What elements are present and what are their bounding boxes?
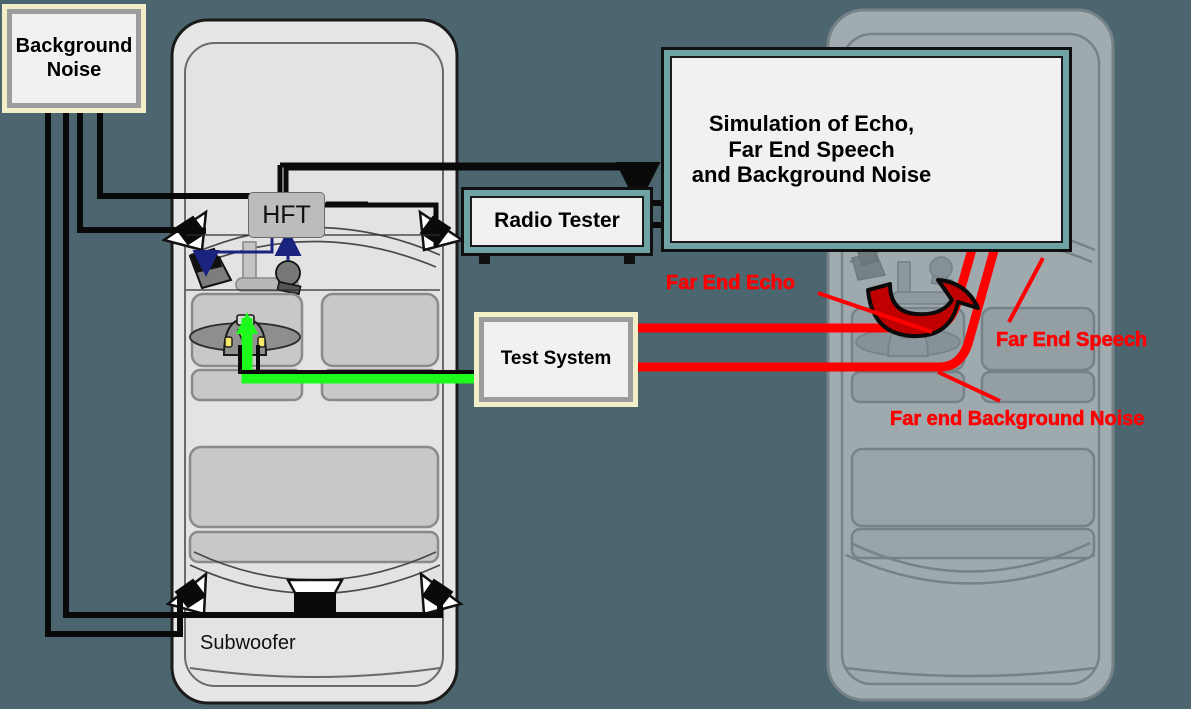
- background-noise-box[interactable]: Background Noise: [2, 4, 146, 113]
- device-under-test-car: [160, 18, 466, 705]
- far-end-speech-label: Far End Speech: [996, 329, 1148, 352]
- subwoofer-label: Subwoofer: [200, 632, 296, 654]
- radio-tester-foot-right: [624, 256, 635, 264]
- test-system-box[interactable]: Test System: [474, 312, 638, 407]
- background-noise-label: Background Noise: [15, 34, 133, 81]
- diagram-canvas: Background Noise Radio Tester Simulation…: [0, 0, 1191, 709]
- far-end-echo-label: Far End Echo: [666, 272, 796, 295]
- hft-label: HFT: [262, 200, 311, 229]
- simulation-label: Simulation of Echo, Far End Speech and B…: [691, 110, 932, 188]
- radio-tester-box[interactable]: Radio Tester: [461, 187, 653, 264]
- test-system-label: Test System: [500, 348, 612, 370]
- hft-box[interactable]: HFT: [248, 192, 325, 238]
- simulation-box[interactable]: Simulation of Echo, Far End Speech and B…: [661, 47, 1072, 252]
- radio-tester-label: Radio Tester: [494, 209, 620, 233]
- far-end-background-noise-label: Far end Background Noise: [890, 408, 1145, 431]
- subwoofer-icon: [285, 578, 345, 612]
- radio-tester-foot-left: [479, 256, 490, 264]
